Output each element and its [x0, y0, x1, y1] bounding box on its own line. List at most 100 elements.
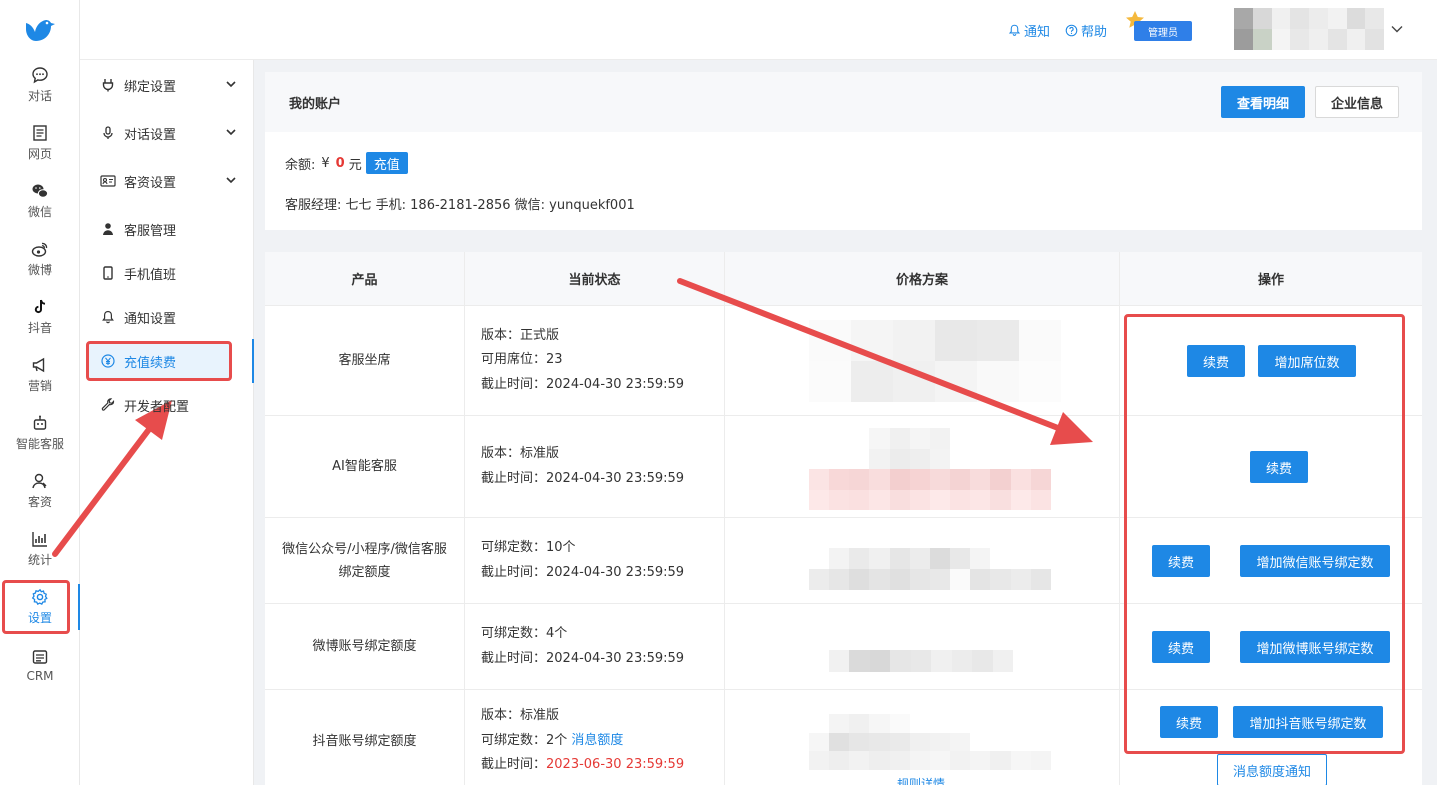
submenu-item-phone-duty[interactable]: 手机值班: [80, 251, 253, 295]
deadline-expired-value: 2023-06-30 23:59:59: [546, 757, 685, 773]
bind-count: 可绑定数：2个: [481, 732, 568, 748]
product-name: AI智能客服: [265, 416, 465, 517]
rail-item-customers[interactable]: 客资: [0, 462, 80, 520]
add-seats-button[interactable]: 增加席位数: [1258, 345, 1356, 377]
deadline-label: 截止时间：: [481, 757, 547, 773]
rail-item-webpage[interactable]: 网页: [0, 114, 80, 172]
rail-label: 客资: [27, 495, 52, 509]
message-quota-notify-button[interactable]: 消息额度通知: [1217, 754, 1327, 785]
price-plan-blurred: [725, 604, 1120, 689]
user-icon: [103, 223, 113, 235]
rail-item-weibo[interactable]: 微博: [0, 230, 80, 288]
rail-item-settings[interactable]: 设置: [0, 578, 80, 636]
add-wechat-binding-button[interactable]: 增加微信账号绑定数: [1240, 545, 1390, 577]
add-weibo-binding-button[interactable]: 增加微博账号绑定数: [1240, 631, 1390, 663]
rail-item-douyin[interactable]: 抖音: [0, 288, 80, 346]
balance-amount: 0: [335, 155, 345, 171]
rail-label: 微博: [27, 263, 52, 277]
price-plan-blurred: [725, 416, 1120, 517]
rail-item-statistics[interactable]: 统计: [0, 520, 80, 578]
notify-link[interactable]: 通知: [1008, 21, 1050, 40]
submenu-label: 充值续费: [124, 355, 177, 371]
megaphone-icon: [32, 357, 45, 373]
view-details-button[interactable]: 查看明细: [1221, 86, 1305, 118]
product-name-line: 微信公众号/小程序/微信客服: [282, 541, 447, 557]
chat-icon: [32, 67, 48, 84]
product-status: 可绑定数：10个 截止时间：2024-04-30 23:59:59: [465, 518, 725, 603]
help-label: 帮助: [1081, 25, 1108, 40]
status-line: 截止时间：2024-04-30 23:59:59: [481, 470, 685, 486]
main-nav-rail: 对话 网页 微信 微博 抖音 营销 智能客服 客资 统计 设置 CRM: [0, 0, 80, 785]
status-line: 版本：正式版: [481, 327, 560, 343]
notify-label: 通知: [1024, 25, 1051, 40]
recharge-button[interactable]: 充值: [365, 152, 408, 174]
submenu-label: 对话设置: [124, 127, 177, 143]
renew-button[interactable]: 续费: [1152, 545, 1210, 577]
renew-button[interactable]: 续费: [1160, 706, 1218, 738]
rail-item-crm[interactable]: CRM: [0, 636, 80, 694]
submenu-label: 通知设置: [124, 311, 177, 327]
status-line: 可绑定数：10个: [481, 540, 576, 555]
product-status: 版本：标准版 可绑定数：2个 消息额度 截止时间：2023-06-30 23:5…: [465, 690, 725, 785]
product-status: 版本：正式版 可用席位：23 截止时间：2024-04-30 23:59:59: [465, 306, 725, 415]
top-header: 通知 帮助 管理员: [80, 0, 1437, 60]
rail-item-chat[interactable]: 对话: [0, 56, 80, 114]
account-card-header: 我的账户 查看明细 企业信息: [265, 72, 1422, 132]
wrench-icon: [101, 398, 115, 411]
account-card: 我的账户 查看明细 企业信息 余额: ¥ 0 元 充值 客服经理: 七七 手机:…: [265, 72, 1422, 230]
annotation-highlight-box: [2, 580, 70, 634]
crm-icon: [32, 649, 48, 664]
product-name: 抖音账号绑定额度: [265, 690, 465, 785]
table-row: 微博账号绑定额度 可绑定数：4个 截止时间：2024-04-30 23:59:5…: [265, 604, 1422, 690]
weibo-icon: [31, 242, 48, 257]
table-row: 抖音账号绑定额度 版本：标准版 可绑定数：2个 消息额度 截止时间：2023-0…: [265, 690, 1422, 785]
rail-label: CRM: [26, 668, 54, 683]
rail-label: 抖音: [27, 321, 52, 335]
product-status: 可绑定数：4个 截止时间：2024-04-30 23:59:59: [465, 604, 725, 689]
rail-item-ai-service[interactable]: 智能客服: [0, 404, 80, 462]
wechat-icon: [32, 184, 49, 198]
plug-icon: [102, 79, 114, 92]
row-actions: 续费 增加席位数: [1120, 306, 1422, 415]
renew-button[interactable]: 续费: [1187, 345, 1245, 377]
price-plan-blurred: 规则详情: [725, 690, 1120, 785]
rail-item-wechat[interactable]: 微信: [0, 172, 80, 230]
chevron-down-icon[interactable]: [1390, 22, 1404, 36]
submenu-label: 客资设置: [124, 175, 177, 191]
renew-button[interactable]: 续费: [1152, 631, 1210, 663]
company-info-button[interactable]: 企业信息: [1315, 86, 1399, 118]
submenu-item-customer-data[interactable]: 客资设置: [80, 159, 253, 203]
rail-label: 统计: [27, 553, 52, 567]
message-quota-link[interactable]: 消息额度: [571, 733, 623, 748]
settings-submenu: 绑定设置 对话设置 客资设置 客服管理 手机值班 通知设置 充值续费 开发者配置: [80, 60, 254, 785]
status-line: 可用席位：23: [481, 352, 563, 368]
rules-detail-link[interactable]: 规则详情: [897, 775, 945, 785]
row-actions: 续费 增加微信账号绑定数: [1120, 518, 1422, 603]
status-line: 版本：标准版: [481, 708, 560, 724]
submenu-item-recharge[interactable]: 充值续费: [80, 339, 254, 383]
submenu-label: 绑定设置: [124, 79, 177, 95]
yen-icon: [101, 354, 115, 368]
submenu-item-developer[interactable]: 开发者配置: [80, 383, 253, 427]
rail-item-marketing[interactable]: 营销: [0, 346, 80, 404]
rail-label: 营销: [27, 379, 52, 393]
balance-label: 余额:: [285, 157, 316, 173]
user-avatar-blurred[interactable]: [1234, 8, 1384, 50]
submenu-item-binding[interactable]: 绑定设置: [80, 63, 253, 107]
chart-icon: [32, 532, 47, 547]
status-line: 可绑定数：2个 消息额度: [481, 729, 724, 754]
product-name: 客服坐席: [265, 306, 465, 415]
submenu-item-conversation[interactable]: 对话设置: [80, 111, 253, 155]
add-douyin-binding-button[interactable]: 增加抖音账号绑定数: [1233, 706, 1383, 738]
balance-row: 余额: ¥ 0 元 充值: [285, 152, 408, 174]
webpage-icon: [33, 125, 47, 141]
renew-button[interactable]: 续费: [1250, 451, 1308, 483]
help-link[interactable]: 帮助: [1065, 21, 1107, 40]
bell-icon: [102, 310, 114, 324]
app-logo[interactable]: [0, 0, 79, 60]
douyin-icon: [34, 299, 46, 314]
table-row: 客服坐席 版本：正式版 可用席位：23 截止时间：2024-04-30 23:5…: [265, 306, 1422, 416]
submenu-item-agent-management[interactable]: 客服管理: [80, 207, 253, 251]
submenu-item-notification[interactable]: 通知设置: [80, 295, 253, 339]
table-header-price: 价格方案: [725, 252, 1120, 306]
